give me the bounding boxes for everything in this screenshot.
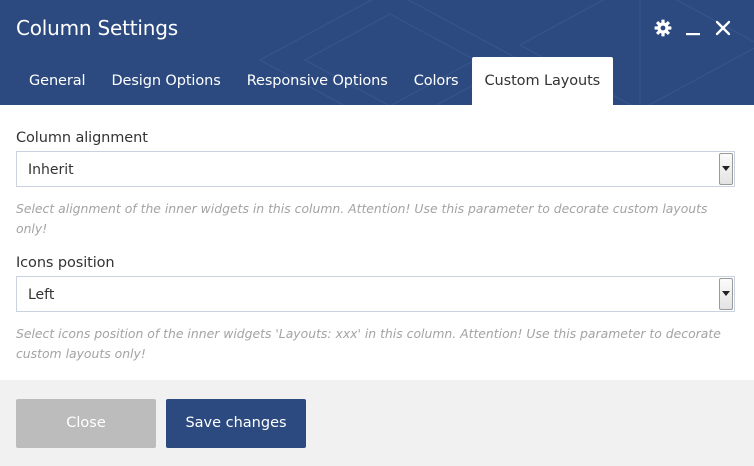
icons-position-label: Icons position	[16, 255, 115, 271]
tab-custom-layouts[interactable]: Custom Layouts	[471, 57, 614, 105]
tab-bar: General Design Options Responsive Option…	[16, 57, 614, 105]
column-alignment-help: Select alignment of the inner widgets in…	[16, 201, 708, 236]
close-icon[interactable]	[712, 17, 734, 39]
tab-colors[interactable]: Colors	[401, 57, 472, 105]
tab-general[interactable]: General	[16, 57, 98, 105]
close-button[interactable]: Close	[16, 399, 156, 448]
column-alignment-label: Column alignment	[16, 130, 148, 146]
dialog-title: Column Settings	[16, 16, 178, 40]
save-changes-button[interactable]: Save changes	[166, 399, 306, 448]
tab-content-panel: Column alignment Inherit Select alignmen…	[0, 105, 754, 380]
column-settings-dialog: Column Settings General Design Options R…	[0, 0, 754, 466]
column-alignment-select[interactable]: Inherit	[16, 151, 735, 187]
icons-position-value: Left	[28, 287, 55, 303]
minimize-icon[interactable]	[682, 17, 704, 39]
dialog-footer: Close Save changes	[0, 380, 754, 466]
icons-position-select[interactable]: Left	[16, 276, 735, 312]
gear-icon[interactable]	[652, 17, 674, 39]
tab-design-options[interactable]: Design Options	[98, 57, 233, 105]
dropdown-arrow-icon[interactable]	[719, 278, 733, 310]
dropdown-arrow-icon[interactable]	[719, 153, 733, 185]
icons-position-help: Select icons position of the inner widge…	[16, 326, 721, 361]
dialog-header: Column Settings General Design Options R…	[0, 0, 754, 105]
tab-responsive-options[interactable]: Responsive Options	[234, 57, 401, 105]
column-alignment-value: Inherit	[28, 162, 74, 178]
window-controls	[644, 17, 734, 39]
